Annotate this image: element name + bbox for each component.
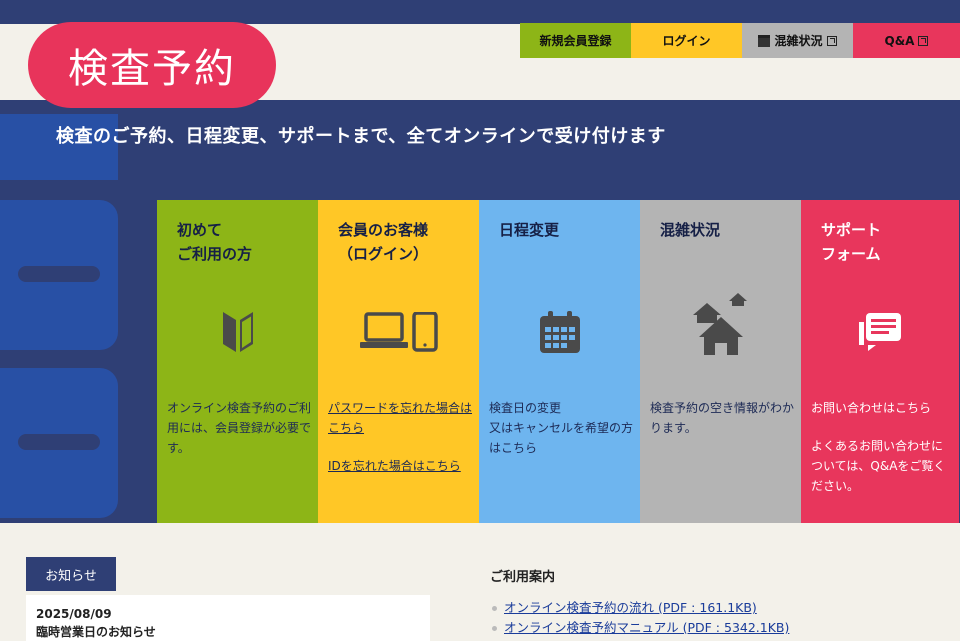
- contact-text: お問い合わせはこちら: [811, 401, 932, 415]
- card-description: オンライン検査予約のご利用には、会員登録が必要です。: [167, 401, 312, 455]
- guide-flow-pdf-link[interactable]: オンライン検査予約の流れ (PDF : 161.1KB): [504, 598, 757, 618]
- hero-tagline: 検査のご予約、日程変更、サポートまで、全てオンラインで受け付けます: [56, 126, 666, 147]
- card-member-login[interactable]: 会員のお客様 （ログイン） パスワードを忘れた場合はこちら IDを忘れた場合はこ…: [318, 200, 479, 523]
- houses-icon: [640, 292, 801, 356]
- card-first-time[interactable]: 初めて ご利用の方 オンライン検査予約のご利用には、会員登録が必要です。: [157, 200, 318, 523]
- top-nav: 新規会員登録 ログイン 混雑状況 Q&A: [520, 23, 960, 58]
- card-title: 会員のお客様 （ログイン）: [338, 221, 429, 263]
- card-title: 初めて ご利用の方: [177, 221, 253, 263]
- menu-cards: 初めて ご利用の方 オンライン検査予約のご利用には、会員登録が必要です。 会員の…: [157, 200, 959, 523]
- card-description: お問い合わせはこちら よくあるお問い合わせについては、Q&Aをご覧ください。: [811, 398, 953, 496]
- login-button[interactable]: ログイン: [631, 23, 742, 58]
- congestion-button[interactable]: 混雑状況: [742, 23, 853, 58]
- card-congestion[interactable]: 混雑状況 検査予約の空き情報がわかります。: [640, 200, 801, 523]
- forgot-password-link[interactable]: パスワードを忘れた場合はこちら: [328, 398, 473, 438]
- card-support-form[interactable]: サポート フォーム お問い合わせはこちら よくあるお問い合わせについては、Q&A…: [801, 200, 959, 523]
- news-tab[interactable]: お知らせ: [26, 557, 116, 591]
- external-link-icon: [918, 35, 929, 46]
- news-date: 2025/08/09: [36, 607, 112, 621]
- card-links: パスワードを忘れた場合はこちら IDを忘れた場合はこちら: [328, 398, 473, 476]
- card-title: サポート フォーム: [821, 221, 882, 263]
- card-title: 混雑状況: [660, 221, 721, 239]
- laptop-tablet-icon: [318, 300, 479, 364]
- guide-manual-pdf-link[interactable]: オンライン検査予約マニュアル (PDF : 5342.1KB): [504, 618, 789, 638]
- guide-list: オンライン検査予約の流れ (PDF : 161.1KB) オンライン検査予約マニ…: [492, 598, 789, 638]
- hero-decoration: [0, 368, 118, 518]
- forgot-id-link[interactable]: IDを忘れた場合はこちら: [328, 456, 473, 476]
- card-description: 検査予約の空き情報がわかります。: [650, 401, 795, 435]
- chat-icon: [801, 300, 959, 364]
- top-strip: [0, 0, 960, 24]
- calendar-icon: [479, 300, 640, 364]
- external-link-icon: [826, 35, 837, 46]
- qa-button[interactable]: Q&A: [853, 23, 960, 58]
- site-logo[interactable]: 検査予約: [28, 22, 276, 108]
- congestion-label: 混雑状況: [774, 34, 823, 48]
- calendar-mini-icon: [758, 34, 771, 47]
- logo-text: 検査予約: [68, 46, 236, 92]
- login-label: ログイン: [662, 34, 711, 48]
- card-reschedule[interactable]: 日程変更 検査日の変更 又はキャンセルを希望の方はこちら: [479, 200, 640, 523]
- guide-heading: ご利用案内: [490, 570, 556, 585]
- card-description: 検査日の変更 又はキャンセルを希望の方はこちら: [489, 401, 634, 455]
- faq-text: よくあるお問い合わせについては、Q&Aをご覧ください。: [811, 439, 946, 493]
- list-item: オンライン検査予約マニュアル (PDF : 5342.1KB): [492, 618, 789, 638]
- hero-decoration: [0, 200, 118, 350]
- news-title: 臨時営業日のお知らせ: [36, 625, 156, 639]
- beginner-mark-icon: [157, 300, 318, 364]
- card-title: 日程変更: [499, 221, 560, 239]
- register-label: 新規会員登録: [539, 34, 612, 48]
- news-item[interactable]: 2025/08/09 臨時営業日のお知らせ: [26, 595, 430, 641]
- register-button[interactable]: 新規会員登録: [520, 23, 631, 58]
- list-item: オンライン検査予約の流れ (PDF : 161.1KB): [492, 598, 789, 618]
- qa-label: Q&A: [884, 33, 915, 48]
